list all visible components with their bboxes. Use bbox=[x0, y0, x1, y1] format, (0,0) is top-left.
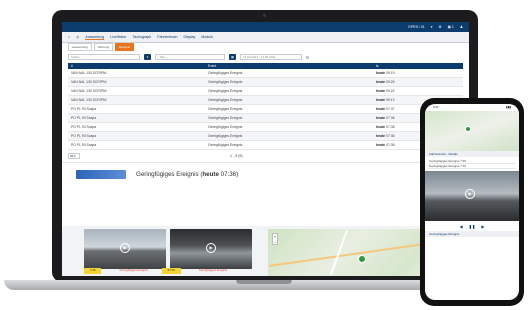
table-row[interactable]: VAN NAL 130 SCRIPNI Geringfügiges Ereigni… bbox=[68, 69, 463, 78]
cam1-time-badge: 7:35 bbox=[84, 268, 102, 274]
event-type-select[interactable]: - Alle - bbox=[155, 54, 225, 60]
nav-item-livehistor[interactable]: Livelhistor bbox=[110, 35, 126, 39]
cam2-time-badge: 07:36 bbox=[161, 268, 181, 274]
phone-notch bbox=[457, 100, 487, 104]
map-pin-icon[interactable] bbox=[465, 126, 471, 132]
camera-video-front[interactable]: ▶ bbox=[84, 229, 166, 269]
nav-item-display[interactable]: Display bbox=[183, 35, 195, 39]
laptop-screen: GPRS / 01 ▾ ⚙ ▣ 1 ♟ ⌂ ◎ Auswertung Livel… bbox=[62, 22, 469, 276]
nav-item-fahrtenbuch[interactable]: Fahrtenbuch bbox=[157, 35, 177, 39]
dashboard-icon[interactable]: ◎ bbox=[76, 35, 79, 39]
filter-button[interactable]: ▾ bbox=[144, 54, 151, 60]
play-icon[interactable]: ▶ bbox=[120, 243, 130, 253]
tab-ereignis[interactable]: Ereignis bbox=[115, 43, 134, 51]
table-row[interactable]: PO PL 90 Scapa Geringfügiges Ereignis heut… bbox=[68, 105, 463, 114]
dropdown-icon[interactable]: ▾ bbox=[431, 25, 433, 29]
col-vehicle[interactable]: # bbox=[68, 64, 208, 68]
table-row[interactable]: PO PL 90 Scapa Geringfügiges Ereignis heut… bbox=[68, 123, 463, 132]
table-row[interactable]: VAN NAL 130 SCRIPNI Geringfügiges Ereigni… bbox=[68, 78, 463, 87]
table-row[interactable]: PO PL 90 Scapa Geringfügiges Ereignis heut… bbox=[68, 141, 463, 150]
phone-time: 9:41 bbox=[433, 105, 439, 109]
vehicle-plate-badge bbox=[76, 170, 126, 179]
user-icon[interactable]: ♟ bbox=[460, 25, 463, 29]
play-icon[interactable]: ▶ bbox=[206, 243, 216, 253]
home-icon[interactable]: ⌂ bbox=[68, 35, 70, 39]
col-event[interactable]: Event bbox=[208, 64, 376, 68]
phone-event-list: Geringfügiges Ereignis 7:36 Geringfügige… bbox=[425, 157, 519, 171]
phone-video[interactable]: ▶ bbox=[425, 171, 519, 221]
cam2-event-tag: Geringfügiges Ereignis bbox=[198, 268, 228, 272]
play-icon[interactable]: ▶ bbox=[465, 189, 475, 199]
phone-screen: 9:41 ▮▮▮ Fahrtenbuch - Details Geringfüg… bbox=[425, 104, 519, 300]
calendar-icon[interactable]: ▦ bbox=[229, 54, 236, 60]
pagination: 25 ▾ 1 - 9 (9) bbox=[68, 150, 463, 162]
gear-icon[interactable]: ⚙ bbox=[438, 25, 441, 29]
page-size-select[interactable]: 25 ▾ bbox=[68, 153, 80, 159]
tab-auswertung[interactable]: Auswertung bbox=[68, 43, 92, 51]
event-detail-header: Geringfügiges Ereignis (heute 07:36) bbox=[62, 162, 469, 186]
phone-section-title-2: Geringfügiges Ereignis bbox=[425, 231, 519, 237]
table-row[interactable]: PO PL 90 Scapa Geringfügiges Ereignis heut… bbox=[68, 132, 463, 141]
prev-icon[interactable]: ◀ bbox=[460, 224, 463, 229]
messages-icon[interactable]: ▣ 1 bbox=[448, 25, 454, 29]
connection-status[interactable]: GPRS / 01 bbox=[408, 25, 425, 29]
refresh-icon[interactable]: ↻ bbox=[306, 55, 309, 60]
tab-wertung[interactable]: Wertung bbox=[93, 43, 114, 51]
top-status-bar: GPRS / 01 ▾ ⚙ ▣ 1 ♟ bbox=[62, 22, 469, 32]
col-time[interactable]: ts bbox=[376, 64, 456, 68]
phone-map[interactable] bbox=[425, 111, 519, 151]
nav-item-auswertung[interactable]: Auswertung bbox=[85, 35, 105, 40]
table-row[interactable]: VAN NAL 130 SCRIPNI Geringfügiges Ereigni… bbox=[68, 87, 463, 96]
laptop-notch bbox=[236, 280, 292, 284]
laptop-camera bbox=[263, 14, 266, 17]
phone-status-bar: 9:41 ▮▮▮ bbox=[425, 104, 519, 111]
media-captions: 7:35 Geringfügiges Ereignis 07:36 Gering… bbox=[84, 268, 264, 274]
map-zoom-control[interactable]: + − bbox=[272, 233, 278, 245]
cam1-event-tag: Geringfügiges Ereignis bbox=[119, 268, 148, 272]
list-item[interactable]: Geringfügiges Ereignis 7:36 bbox=[429, 164, 515, 169]
event-title: Geringfügiges Ereignis (heute 07:36) bbox=[136, 171, 239, 178]
camera-video-cabin[interactable]: ▶ bbox=[170, 229, 252, 269]
page-info: 1 - 9 (9) bbox=[230, 154, 243, 158]
search-input[interactable]: Suche... bbox=[68, 54, 140, 60]
device-mockup: GPRS / 01 ▾ ⚙ ▣ 1 ♟ ⌂ ◎ Auswertung Livel… bbox=[0, 0, 528, 310]
date-range-input[interactable]: 14.06.2021 - 14.06.2021 bbox=[240, 54, 302, 60]
map-pin-icon[interactable] bbox=[358, 255, 366, 263]
table-row[interactable]: VAN NAL 130 SCRIPNI Geringfügiges Ereigni… bbox=[68, 96, 463, 105]
phone-video-controls: ◀ ❚❚ ▶ bbox=[425, 221, 519, 231]
signal-icon: ▮▮▮ bbox=[506, 105, 511, 109]
play-pause-icon[interactable]: ❚❚ bbox=[469, 224, 476, 229]
nav-item-module[interactable]: Module bbox=[201, 35, 213, 39]
table-row[interactable]: PO PL 90 Scapa Geringfügiges Ereignis heut… bbox=[68, 114, 463, 123]
map-road bbox=[330, 230, 348, 275]
main-nav: ⌂ ◎ Auswertung Livelhistor Tachograph Fa… bbox=[62, 32, 469, 43]
nav-item-tachograph[interactable]: Tachograph bbox=[132, 35, 151, 39]
next-icon[interactable]: ▶ bbox=[481, 224, 484, 229]
sub-tabs: Auswertung Wertung Ereignis bbox=[62, 43, 469, 51]
filter-bar: Suche... ▾ - Alle - ▦ 14.06.2021 - 14.06… bbox=[62, 51, 469, 63]
event-table-body: VAN NAL 130 SCRIPNI Geringfügiges Ereigni… bbox=[62, 69, 469, 150]
